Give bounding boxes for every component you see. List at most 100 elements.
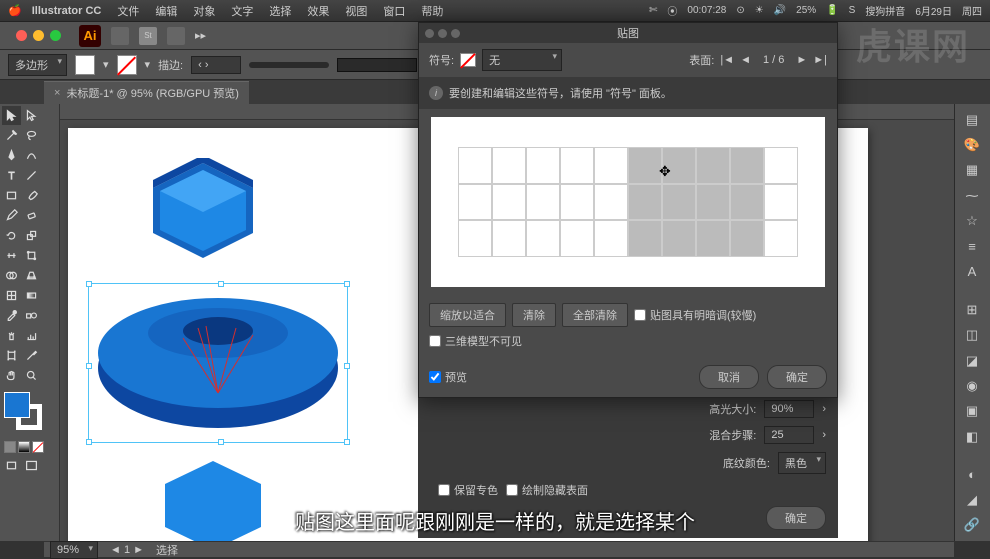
transparency-panel-icon[interactable]: ◐ (957, 463, 987, 486)
menu-effect[interactable]: 效果 (301, 3, 335, 19)
fill-stroke-control[interactable] (4, 392, 40, 432)
align-panel-icon[interactable]: ⊞ (957, 298, 987, 321)
menu-window[interactable]: 窗口 (377, 3, 411, 19)
torus-3d-shape[interactable] (88, 283, 348, 443)
shade-checkbox[interactable]: 贴图具有明暗调(较慢) (634, 307, 756, 323)
artboard-tool[interactable] (2, 346, 21, 365)
type-tool[interactable] (2, 166, 21, 185)
clear-all-button[interactable]: 全部清除 (562, 303, 628, 327)
ime-icon[interactable]: S (849, 5, 856, 16)
ruler-vertical[interactable] (44, 104, 60, 541)
hexagon-flat-shape[interactable] (158, 458, 268, 541)
menu-edit[interactable]: 编辑 (149, 3, 183, 19)
stroke-weight[interactable]: ‹ › (191, 56, 241, 74)
appearance-panel-icon[interactable]: ◉ (957, 374, 987, 397)
record-icon[interactable]: ⦿ (667, 3, 677, 18)
perspective-tool[interactable] (22, 266, 41, 285)
line-tool[interactable] (22, 166, 41, 185)
scale-tool[interactable] (22, 226, 41, 245)
surface-first[interactable]: |◄ (720, 54, 734, 66)
stock-icon[interactable]: St (139, 27, 157, 45)
apple-icon[interactable]: 🍎 (8, 4, 22, 17)
screen-mode-normal[interactable] (2, 456, 21, 475)
direct-selection-tool[interactable] (22, 106, 41, 125)
zoom-tool[interactable] (22, 366, 41, 385)
close-tab[interactable]: × (54, 87, 60, 99)
surface-last[interactable]: ►| (813, 54, 827, 66)
hand-tool[interactable] (2, 366, 21, 385)
wifi-icon[interactable]: ⊙ (736, 5, 744, 16)
color-mode-none[interactable] (32, 441, 44, 453)
draw-hidden-checkbox[interactable]: 绘制隐藏表面 (506, 482, 588, 498)
mesh-tool[interactable] (2, 286, 21, 305)
eyedropper-tool[interactable] (2, 306, 21, 325)
symbols-panel-icon[interactable]: ☆ (957, 209, 987, 232)
brushes-panel-icon[interactable]: ⁓ (957, 184, 987, 207)
menu-select[interactable]: 选择 (263, 3, 297, 19)
blend-steps-input[interactable]: 25 (764, 426, 814, 444)
scissors-icon[interactable]: ✄ (649, 5, 657, 16)
clear-button[interactable]: 清除 (512, 303, 556, 327)
transform-panel-icon[interactable]: ◫ (957, 324, 987, 347)
ok-button[interactable]: 确定 (767, 365, 827, 389)
shape-builder-tool[interactable] (2, 266, 21, 285)
highlight-size-input[interactable]: 90% (764, 400, 814, 418)
surface-next[interactable]: ► (796, 54, 807, 66)
eraser-tool[interactable] (22, 206, 41, 225)
hexagon-3d-shape[interactable] (138, 158, 268, 268)
close-window[interactable] (16, 30, 27, 41)
rotate-tool[interactable] (2, 226, 21, 245)
symbol-sprayer-tool[interactable] (2, 326, 21, 345)
maximize-window[interactable] (50, 30, 61, 41)
swatches-panel-icon[interactable]: ▦ (957, 159, 987, 182)
invisible-checkbox[interactable]: 三维模型不可见 (429, 333, 522, 349)
dialog-titlebar[interactable]: 贴图 (419, 23, 837, 43)
graph-tool[interactable] (22, 326, 41, 345)
display-icon[interactable]: ☀ (755, 5, 764, 16)
style-dropdown[interactable] (337, 58, 417, 72)
bridge-icon[interactable] (111, 27, 129, 45)
menu-view[interactable]: 视图 (339, 3, 373, 19)
3d-ok-button[interactable]: 确定 (766, 506, 826, 530)
width-tool[interactable] (2, 246, 21, 265)
symbol-dropdown[interactable]: 无 (482, 49, 562, 71)
minimize-window[interactable] (33, 30, 44, 41)
lasso-tool[interactable] (22, 126, 41, 145)
pathfinder-panel-icon[interactable]: ◪ (957, 349, 987, 372)
menu-file[interactable]: 文件 (111, 3, 145, 19)
selection-tool[interactable] (2, 106, 21, 125)
layers-panel-icon[interactable]: ◧ (957, 425, 987, 448)
stroke-panel-icon[interactable]: ≡ (957, 235, 987, 258)
fit-button[interactable]: 缩放以适合 (429, 303, 506, 327)
shade-color-dropdown[interactable]: 黑色 (778, 452, 826, 474)
fill-color[interactable] (4, 392, 30, 418)
zoom-level[interactable]: 95% (50, 541, 98, 559)
preview-checkbox[interactable]: 预览 (429, 369, 467, 385)
color-panel-icon[interactable]: 🎨 (957, 133, 987, 156)
links-panel-icon[interactable]: 🔗 (957, 514, 987, 537)
speaker-icon[interactable]: 🔊 (774, 5, 786, 16)
opacity-slider[interactable] (249, 62, 329, 68)
color-mode-gradient[interactable] (18, 441, 30, 453)
cancel-button[interactable]: 取消 (699, 365, 759, 389)
properties-panel-icon[interactable]: ▤ (957, 108, 987, 131)
screen-mode-full[interactable] (22, 456, 41, 475)
app-name[interactable]: Illustrator CC (26, 5, 108, 17)
color-mode-solid[interactable] (4, 441, 16, 453)
surface-prev[interactable]: ◄ (740, 54, 751, 66)
shape-dropdown[interactable]: 多边形 (8, 54, 67, 76)
stroke-swatch[interactable] (117, 55, 137, 75)
graphic-styles-panel-icon[interactable]: ▣ (957, 400, 987, 423)
slice-tool[interactable] (22, 346, 41, 365)
rectangle-tool[interactable] (2, 186, 21, 205)
preserve-spot-checkbox[interactable]: 保留专色 (438, 482, 498, 498)
paintbrush-tool[interactable] (22, 186, 41, 205)
type-panel-icon[interactable]: A (957, 260, 987, 283)
gradient-panel-icon[interactable]: ◢ (957, 488, 987, 511)
curvature-tool[interactable] (22, 146, 41, 165)
ime[interactable]: 搜狗拼音 (865, 3, 905, 18)
magic-wand-tool[interactable] (2, 126, 21, 145)
gradient-tool[interactable] (22, 286, 41, 305)
pencil-tool[interactable] (2, 206, 21, 225)
blend-tool[interactable] (22, 306, 41, 325)
